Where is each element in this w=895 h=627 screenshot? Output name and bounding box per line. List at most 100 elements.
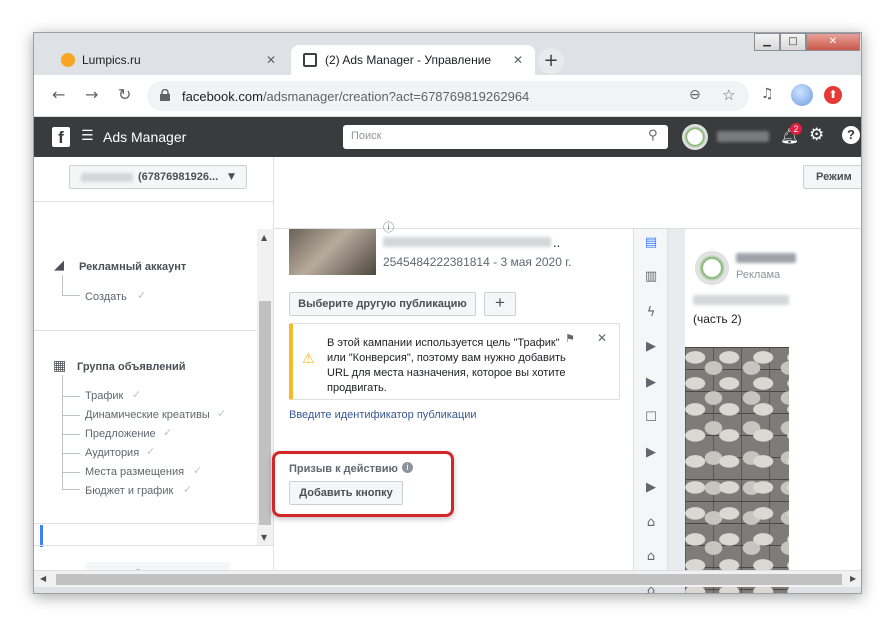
app-title: Ads Manager: [103, 129, 187, 145]
account-selector[interactable]: (67876981926... ▼: [69, 165, 247, 189]
feedback-icon[interactable]: ⚑: [565, 332, 575, 345]
post-text-redacted: [383, 237, 551, 247]
extension-icon[interactable]: ⬆: [824, 86, 842, 104]
account-selector-label: (67876981926...: [138, 171, 219, 183]
reload-icon[interactable]: ↻: [118, 85, 131, 104]
tree-line: [62, 275, 80, 296]
post-image: [685, 347, 789, 593]
scroll-left-icon[interactable]: ◀: [40, 574, 46, 583]
choose-post-button[interactable]: Выберите другую публикацию: [289, 292, 476, 316]
zoom-icon[interactable]: ⊖: [689, 87, 701, 103]
tree-branch: [62, 472, 80, 473]
video-preview-icon[interactable]: ▶: [641, 373, 661, 393]
search-placeholder: Поиск: [351, 130, 382, 142]
bookmark-star-icon[interactable]: ☆: [722, 86, 735, 104]
lumpics-favicon-icon: [61, 53, 75, 67]
marketplace-icon[interactable]: ⌂: [641, 547, 661, 567]
section-title-adset: Группа объявлений: [77, 361, 186, 373]
enter-post-id-link[interactable]: Введите идентификатор публикации: [289, 409, 477, 421]
address-bar[interactable]: facebook.com/adsmanager/creation?act=678…: [147, 81, 749, 111]
sidebar-item-dynamic-creatives[interactable]: Динамические креативы: [85, 409, 210, 421]
scroll-right-icon[interactable]: ▶: [850, 574, 856, 583]
page-horizontal-scrollbar[interactable]: ◀ ▶: [34, 570, 861, 587]
tree-branch: [62, 489, 80, 490]
check-icon: ✓: [146, 445, 156, 458]
video-preview-icon[interactable]: ▶: [641, 443, 661, 463]
sidebar-scrollbar[interactable]: ▲ ▼: [257, 229, 273, 545]
sidebar-item-offer[interactable]: Предложение: [85, 428, 156, 440]
help-icon[interactable]: ?: [842, 126, 860, 144]
browser-toolbar: ← → ↻ facebook.com/adsmanager/creation?a…: [34, 75, 861, 117]
stories-icon[interactable]: ☐: [641, 408, 661, 428]
tab-lumpics[interactable]: Lumpics.ru ✕: [48, 45, 288, 75]
back-icon[interactable]: ←: [52, 85, 65, 104]
search-input[interactable]: Поиск ⚲: [343, 125, 668, 149]
scroll-down-icon[interactable]: ▼: [261, 533, 267, 542]
tab-title: (2) Ads Manager - Управление р: [325, 53, 495, 67]
minimize-button[interactable]: ▁: [754, 33, 780, 51]
maximize-button[interactable]: □: [780, 33, 806, 51]
cta-label: Призыв к действию: [289, 463, 398, 475]
info-icon: i: [402, 462, 413, 473]
add-button[interactable]: Добавить кнопку: [289, 481, 403, 505]
ad-set-grid-icon: ▦: [53, 358, 67, 374]
ads-manager-favicon-icon: [303, 53, 317, 67]
forward-icon[interactable]: →: [85, 85, 98, 104]
ellipsis: ..: [553, 235, 561, 250]
video-preview-icon[interactable]: ▶: [641, 337, 661, 357]
section-title-account: Рекламный аккаунт: [79, 261, 187, 273]
feed-preview-icon[interactable]: ▤: [641, 233, 661, 253]
marketplace-icon[interactable]: ⌂: [641, 513, 661, 533]
close-icon[interactable]: ✕: [597, 331, 607, 345]
sidebar-scroll-thumb[interactable]: [259, 301, 271, 525]
editor-top-bar: Режим: [274, 157, 861, 229]
horizontal-scroll-thumb[interactable]: [56, 574, 842, 585]
add-post-button[interactable]: +: [484, 292, 516, 316]
browser-window: ▁ □ ✕ Lumpics.ru ✕ (2) Ads Manager - Упр…: [33, 32, 862, 594]
post-text: (часть 2): [693, 312, 742, 326]
page-avatar: [695, 251, 729, 285]
sponsored-label: Реклама: [736, 269, 781, 281]
scroll-up-icon[interactable]: ▲: [261, 233, 267, 242]
tab-ads-manager[interactable]: (2) Ads Manager - Управление р ✕: [291, 45, 535, 75]
account-name-redacted: [81, 173, 133, 182]
sidebar-item-placements[interactable]: Места размещения: [85, 466, 184, 478]
facebook-logo-icon[interactable]: f: [52, 127, 70, 147]
account-avatar[interactable]: [682, 124, 708, 150]
preview-card: Реклама (часть 2): [685, 229, 861, 593]
close-tab-icon[interactable]: ✕: [513, 45, 523, 75]
mode-button[interactable]: Режим: [803, 165, 861, 189]
tree-branch: [62, 415, 80, 416]
media-control-icon[interactable]: ♫: [761, 86, 774, 102]
campaign-megaphone-icon: ◢: [54, 258, 64, 273]
divider: [34, 201, 274, 202]
preview-panel: Реклама (часть 2): [668, 229, 861, 593]
profile-avatar[interactable]: [791, 84, 813, 106]
menu-icon[interactable]: ☰: [81, 128, 94, 144]
sidebar-item-traffic[interactable]: Трафик: [85, 390, 123, 402]
ads-manager-header: f ☰ Ads Manager Поиск ⚲ 🔔︎ 2 ⚙ ?: [34, 117, 861, 157]
divider: [34, 545, 274, 546]
window-close-button[interactable]: ✕: [806, 33, 860, 51]
sidebar-item-audience[interactable]: Аудитория: [85, 447, 139, 459]
ads-manager-content: (67876981926... ▼ ◢ Рекламный аккаунт Со…: [34, 157, 861, 593]
tab-title: Lumpics.ru: [82, 53, 141, 67]
tree-branch: [62, 434, 80, 435]
warning-banner: ⚠ В этой кампании используется цель "Тра…: [289, 323, 620, 400]
sidebar-item-budget-schedule[interactable]: Бюджет и график: [85, 485, 173, 497]
new-tab-button[interactable]: +: [538, 48, 564, 74]
post-thumbnail: [289, 229, 376, 275]
desktop-feed-icon[interactable]: ▥: [641, 267, 661, 287]
close-tab-icon[interactable]: ✕: [266, 45, 276, 75]
instant-article-icon[interactable]: ϟ: [641, 303, 661, 323]
sidebar-item-create[interactable]: Создать: [85, 291, 127, 303]
sidebar: (67876981926... ▼ ◢ Рекламный аккаунт Со…: [34, 157, 274, 586]
url-path: /adsmanager/creation?act=678769819262964: [262, 89, 530, 104]
settings-gear-icon[interactable]: ⚙: [809, 125, 824, 145]
video-preview-icon[interactable]: ▶: [641, 478, 661, 498]
lock-icon: [160, 88, 170, 101]
search-icon[interactable]: ⚲: [648, 128, 658, 143]
tree-branch: [62, 453, 80, 454]
check-icon: ✓: [163, 426, 173, 439]
check-icon: ✓: [217, 407, 227, 420]
